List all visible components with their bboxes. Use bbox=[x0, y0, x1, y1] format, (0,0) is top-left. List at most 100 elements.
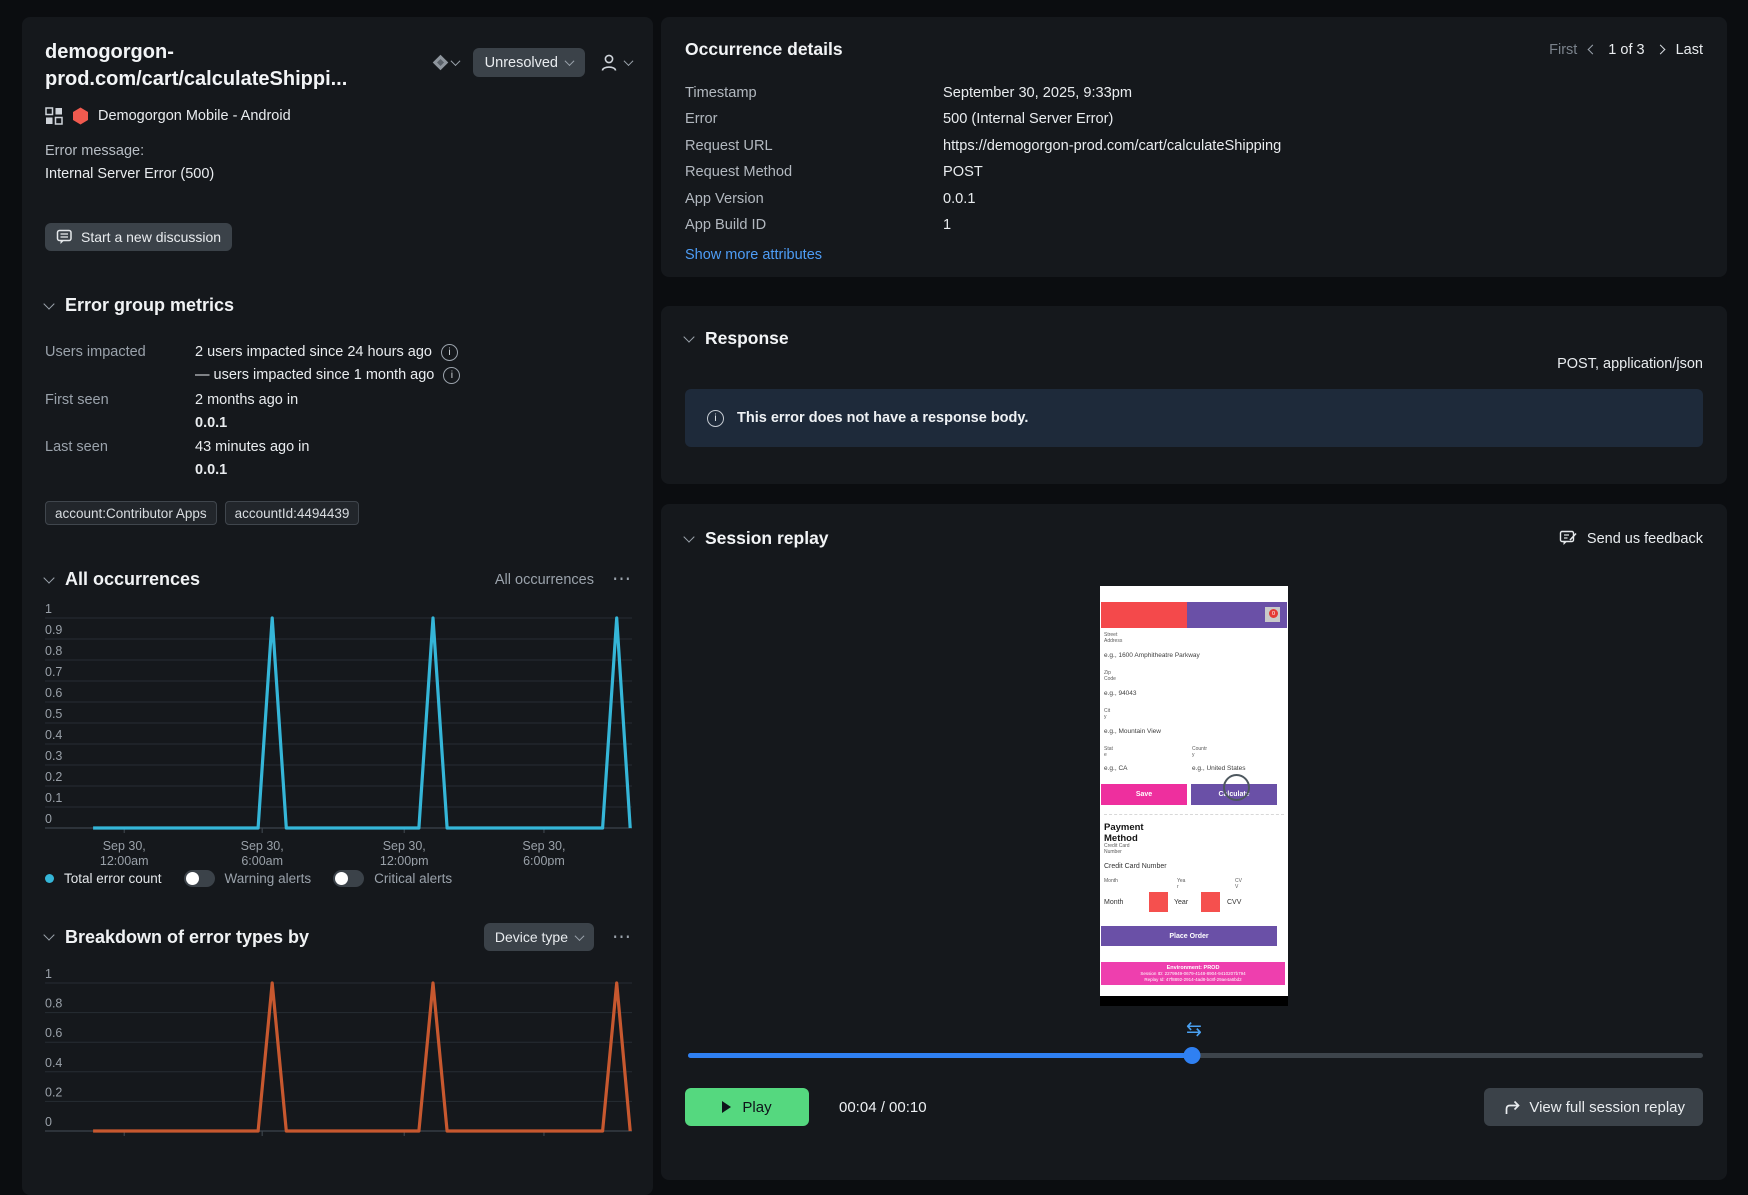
legend-critical-alerts: Critical alerts bbox=[374, 871, 453, 886]
chevron-down-icon bbox=[574, 930, 585, 941]
users-impacted-24h: 2 users impacted since 24 hours ago bbox=[195, 344, 432, 360]
credit-card-number-label: Credit Card Number bbox=[1104, 863, 1167, 870]
session-replay-title: Session replay bbox=[705, 528, 829, 548]
save-button-replay: Save bbox=[1101, 784, 1187, 805]
info-icon[interactable]: i bbox=[443, 367, 461, 384]
occurrence-details-header: Occurrence details First 1 of 3 Last bbox=[685, 39, 1703, 60]
svg-text:12:00am: 12:00am bbox=[100, 854, 149, 866]
info-icon: i bbox=[707, 409, 724, 427]
last-seen-values: 43 minutes ago in 0.0.1 bbox=[195, 436, 632, 481]
pagination-last[interactable]: Last bbox=[1676, 42, 1703, 58]
response-card: Response POST, application/json i This e… bbox=[661, 306, 1727, 484]
last-seen-time: 43 minutes ago in bbox=[195, 439, 310, 455]
chevron-left-icon[interactable] bbox=[1587, 44, 1598, 55]
collapse-chevron-icon[interactable] bbox=[43, 571, 55, 584]
occurrences-chart[interactable]: 10.90.80.70.60.50.40.30.20.10Sep 30,12:0… bbox=[45, 604, 632, 866]
svg-text:Sep 30,: Sep 30, bbox=[103, 839, 146, 853]
dots-menu-icon[interactable]: ⋯ bbox=[612, 928, 632, 947]
first-seen-label: First seen bbox=[45, 392, 109, 408]
collapse-chevron-icon[interactable] bbox=[683, 330, 695, 343]
detail-label: Request URL bbox=[685, 137, 773, 154]
play-icon bbox=[722, 1101, 732, 1113]
credit-card-sub-label: Credit Card Number bbox=[1104, 843, 1130, 855]
occurrence-details-card: Occurrence details First 1 of 3 Last Tim… bbox=[661, 17, 1727, 277]
start-discussion-button[interactable]: Start a new discussion bbox=[45, 223, 233, 251]
detail-value: https://demogorgon-prod.com/cart/calcula… bbox=[943, 137, 1282, 154]
occurrences-filter[interactable]: All occurrences bbox=[495, 572, 594, 588]
country-placeholder: e.g., United States bbox=[1192, 765, 1246, 772]
play-label: Play bbox=[742, 1098, 772, 1116]
view-full-replay-button[interactable]: View full session replay bbox=[1484, 1088, 1703, 1126]
tag-account[interactable]: account:Contributor Apps bbox=[45, 501, 217, 525]
detail-value: 0.0.1 bbox=[943, 190, 976, 207]
send-feedback-button[interactable]: Send us feedback bbox=[1559, 530, 1703, 547]
device-type-dropdown[interactable]: Device type bbox=[483, 923, 594, 951]
error-group-panel: demogorgon- prod.com/cart/calculateShipp… bbox=[22, 17, 653, 1195]
tag-account-id[interactable]: accountId:4494439 bbox=[224, 501, 360, 525]
page-title: demogorgon- prod.com/cart/calculateShipp… bbox=[45, 41, 348, 90]
navigation-event-icon[interactable]: ⇆ bbox=[1186, 1020, 1202, 1039]
svg-text:12:00pm: 12:00pm bbox=[380, 854, 429, 866]
year-label: Year bbox=[1174, 898, 1189, 906]
metrics-section-header: Error group metrics bbox=[43, 295, 632, 316]
occurrences-section-header: All occurrences All occurrences ⋯ bbox=[43, 569, 632, 590]
svg-text:0.2: 0.2 bbox=[45, 770, 62, 784]
replay-id-line: Replay Id: 47f8892-2914-4ad8-bc8f-29ae4a… bbox=[1144, 976, 1242, 982]
app-header-purple-bar: 0 bbox=[1187, 602, 1287, 628]
error-group-header: demogorgon- prod.com/cart/calculateShipp… bbox=[45, 39, 634, 93]
pagination-first[interactable]: First bbox=[1549, 42, 1577, 58]
detail-value: POST bbox=[943, 164, 983, 181]
view-full-replay-label: View full session replay bbox=[1529, 1098, 1685, 1116]
svg-text:Sep 30,: Sep 30, bbox=[383, 839, 426, 853]
open-replay-icon bbox=[1506, 1100, 1521, 1114]
detail-label: Error bbox=[685, 111, 718, 128]
city-placeholder: e.g., Mountain View bbox=[1104, 728, 1161, 735]
breakdown-chart[interactable]: 1 0.8 0.6 0.4 0.2 0 bbox=[45, 967, 632, 1177]
detail-label: Request Method bbox=[685, 164, 793, 181]
session-replay-card: Session replay Send us feedback 0 Street… bbox=[661, 504, 1727, 1180]
dots-menu-icon[interactable]: ⋯ bbox=[612, 570, 632, 589]
month-label: Month bbox=[1104, 898, 1124, 906]
chevron-down-icon bbox=[623, 56, 634, 67]
collapse-chevron-icon[interactable] bbox=[683, 530, 695, 543]
feedback-icon bbox=[1559, 530, 1577, 545]
detail-label: Timestamp bbox=[685, 85, 757, 101]
show-more-attributes-link[interactable]: Show more attributes bbox=[685, 247, 822, 263]
assignee-selector[interactable] bbox=[599, 53, 634, 72]
street-label: Street Address bbox=[1104, 632, 1123, 644]
app-hexagon-icon bbox=[73, 107, 88, 125]
users-impacted-1mo: — users impacted since 1 month ago bbox=[195, 367, 435, 383]
cvv-label: CVV bbox=[1227, 898, 1242, 906]
device-type-label: Device type bbox=[494, 929, 568, 945]
year-input-redacted bbox=[1201, 892, 1220, 912]
users-impacted-label: Users impacted bbox=[45, 344, 146, 360]
version-selector[interactable] bbox=[432, 54, 461, 71]
collapse-chevron-icon[interactable] bbox=[43, 297, 55, 310]
svg-text:1: 1 bbox=[45, 604, 52, 616]
play-button[interactable]: Play bbox=[685, 1088, 809, 1126]
environment-banner: Environment: PROD Session ID: 2279949-06… bbox=[1101, 962, 1285, 985]
cvv-small-label: CV V bbox=[1235, 878, 1242, 890]
warning-alerts-toggle[interactable] bbox=[183, 870, 215, 887]
divider bbox=[1104, 814, 1284, 815]
info-icon[interactable]: i bbox=[440, 344, 458, 361]
svg-text:6:00am: 6:00am bbox=[241, 854, 283, 866]
cart-badge: 0 bbox=[1269, 609, 1278, 618]
chevron-right-icon[interactable] bbox=[1655, 44, 1666, 55]
critical-alerts-toggle[interactable] bbox=[333, 870, 365, 887]
replayed-app-screen: 0 Street Address e.g., 1600 Amphitheatre… bbox=[1100, 586, 1288, 1006]
detail-value: 500 (Internal Server Error) bbox=[943, 111, 1114, 128]
timeline-handle[interactable] bbox=[1183, 1047, 1201, 1064]
chart-legend: Total error count Warning alerts Critica… bbox=[45, 870, 632, 887]
occurrence-details-grid: Timestamp September 30, 2025, 9:33pm Err… bbox=[685, 80, 1703, 238]
svg-text:0.9: 0.9 bbox=[45, 623, 62, 637]
occurrences-section-title: All occurrences bbox=[65, 569, 201, 589]
status-label: Unresolved bbox=[484, 54, 558, 71]
status-dropdown[interactable]: Unresolved bbox=[472, 48, 585, 77]
series-dot-icon bbox=[45, 874, 54, 883]
detail-label: App Version bbox=[685, 190, 764, 207]
timeline-track[interactable] bbox=[688, 1047, 1703, 1064]
collapse-chevron-icon[interactable] bbox=[43, 929, 55, 941]
occurrence-details-title: Occurrence details bbox=[685, 39, 843, 59]
app-grid-icon bbox=[45, 107, 63, 125]
